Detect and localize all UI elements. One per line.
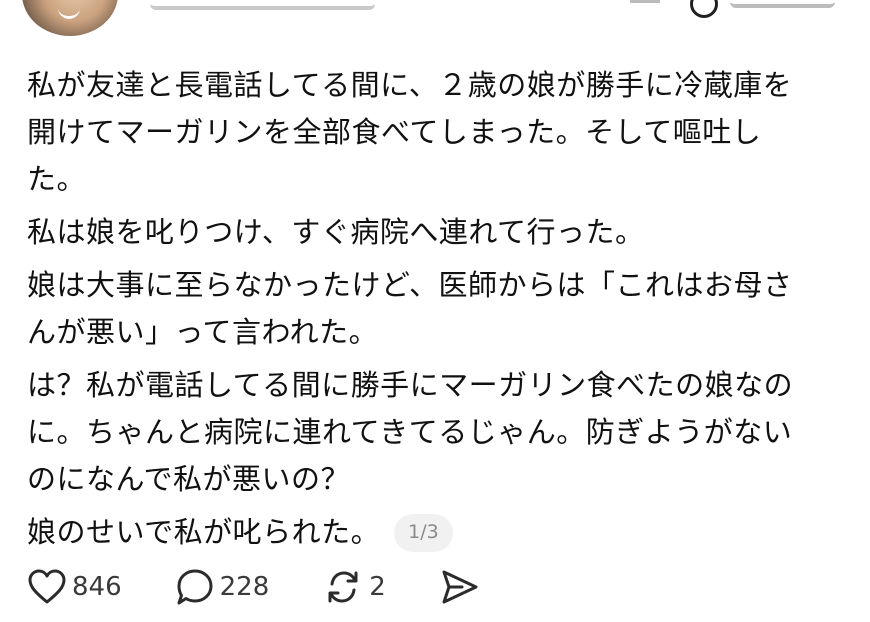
- speech-bubble-icon: [177, 569, 213, 605]
- post-paragraph: 娘のせいで私が叱られた。: [27, 515, 381, 549]
- like-button[interactable]: 846: [28, 569, 122, 605]
- repost-count: 2: [369, 572, 386, 602]
- comment-button[interactable]: 228: [176, 568, 270, 606]
- avatar[interactable]: [22, 0, 118, 36]
- post-body: 私が友達と長電話してる間に、２歳の娘が勝手に冷蔵庫を 開けてマーガリンを全部食べ…: [27, 62, 847, 556]
- clock-icon: [690, 0, 718, 18]
- send-icon: [442, 570, 478, 604]
- date-cropped: [730, 0, 835, 8]
- like-count: 846: [72, 572, 122, 602]
- post-paragraph: 私は娘を叱りつけ、すぐ病院へ連れて行った。: [27, 215, 645, 249]
- share-button[interactable]: [440, 568, 480, 606]
- heart-icon: [28, 569, 66, 604]
- post-header: [0, 0, 870, 40]
- comment-count: 228: [219, 572, 270, 602]
- post-paragraph: 私が友達と長電話してる間に、２歳の娘が勝手に冷蔵庫を 開けてマーガリンを全部食べ…: [27, 68, 793, 196]
- username-cropped[interactable]: [150, 0, 375, 10]
- post-paragraph: は？私が電話してる間に勝手にマーガリン食べたの娘なの に。ちゃんと病院に連れてき…: [27, 368, 794, 496]
- repost-icon: [328, 571, 358, 603]
- post-last-line: 娘のせいで私が叱られた。 1/3: [27, 509, 847, 556]
- timestamp-cropped: [630, 0, 660, 3]
- repost-button[interactable]: 2: [323, 568, 386, 606]
- action-bar: 846 228 2: [28, 566, 534, 608]
- page-indicator[interactable]: 1/3: [394, 513, 453, 552]
- avatar-smile: [58, 8, 80, 19]
- post-paragraph: 娘は大事に至らなかったけど、医師からは「これはお母さ んが悪い」って言われた。: [27, 268, 793, 349]
